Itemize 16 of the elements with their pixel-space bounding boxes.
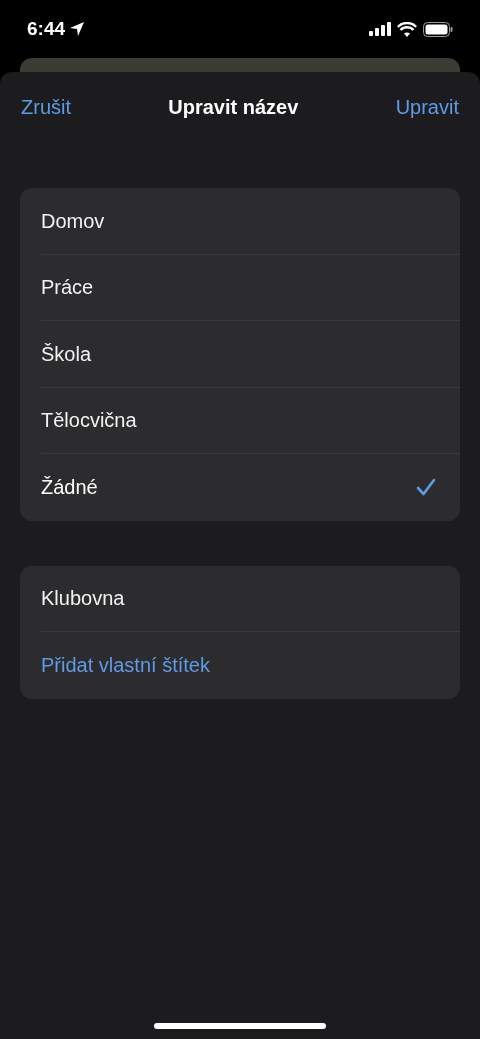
cancel-button[interactable]: Zrušit bbox=[21, 92, 71, 122]
add-label-link[interactable]: Přidat vlastní štítek bbox=[41, 650, 210, 681]
sheet-title: Upravit název bbox=[168, 95, 299, 120]
battery-icon bbox=[423, 21, 453, 37]
signal-icon bbox=[369, 22, 391, 36]
option-row-label[interactable]: Žádné bbox=[41, 472, 98, 503]
option-row-label[interactable]: Klubovna bbox=[41, 583, 125, 614]
option-row-label[interactable]: Škola bbox=[41, 338, 92, 369]
location-arrow-icon bbox=[69, 21, 86, 37]
option-row-label[interactable]: Tělocvična bbox=[41, 405, 137, 436]
edit-button[interactable]: Upravit bbox=[395, 92, 459, 122]
checkmark-icon bbox=[416, 478, 436, 497]
option-row-label[interactable]: Domov bbox=[41, 205, 105, 236]
status-time: 6:44 bbox=[27, 16, 66, 41]
option-row-label[interactable]: Práce bbox=[41, 272, 94, 303]
wifi-icon bbox=[397, 21, 417, 37]
